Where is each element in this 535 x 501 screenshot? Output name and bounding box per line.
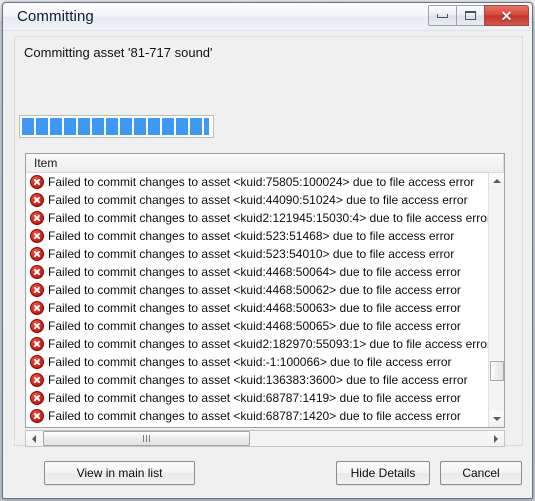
progress-segment: [162, 118, 174, 135]
scroll-up-button[interactable]: [489, 173, 504, 189]
progress-segment: [22, 118, 34, 135]
progress-segment: [50, 118, 62, 135]
table-row-label: Failed to commit changes to asset <kuid:…: [48, 409, 461, 423]
error-x-icon: [30, 229, 44, 243]
committing-dialog: Committing ✕ Committing asset '81-717 so…: [2, 2, 533, 499]
table-row[interactable]: Failed to commit changes to asset <kuid:…: [26, 227, 504, 245]
maximize-button[interactable]: [456, 5, 485, 26]
error-x-icon: [30, 193, 44, 207]
progress-segment: [92, 118, 104, 135]
table-row[interactable]: Failed to commit changes to asset <kuid:…: [26, 173, 504, 191]
progress-segment-partial: [204, 118, 209, 135]
progress-segment: [148, 118, 160, 135]
scroll-down-arrow-icon: [493, 417, 501, 421]
scroll-left-arrow-icon: [32, 434, 36, 443]
error-x-icon: [30, 265, 44, 279]
error-x-icon: [30, 283, 44, 297]
list-rows: Failed to commit changes to asset <kuid:…: [26, 173, 504, 425]
error-x-icon: [30, 211, 44, 225]
table-row[interactable]: Failed to commit changes to asset <kuid:…: [26, 371, 504, 389]
table-row-label: Failed to commit changes to asset <kuid:…: [48, 247, 455, 261]
progress-bar: [19, 115, 214, 138]
dialog-titlebar[interactable]: Committing ✕: [3, 3, 532, 31]
scroll-down-button[interactable]: [489, 411, 504, 427]
table-row[interactable]: Failed to commit changes to asset <kuid:…: [26, 389, 504, 407]
table-row-label: Failed to commit changes to asset <kuid:…: [48, 283, 461, 297]
progress-segment: [78, 118, 90, 135]
minimize-icon: [437, 13, 448, 18]
table-row[interactable]: Failed to commit changes to asset <kuid:…: [26, 281, 504, 299]
table-row[interactable]: Failed to commit changes to asset <kuid:…: [26, 191, 504, 209]
error-x-icon: [30, 355, 44, 369]
error-x-icon: [30, 337, 44, 351]
status-message: Committing asset '81-717 sound': [24, 45, 213, 60]
scroll-right-arrow-icon: [494, 434, 498, 443]
progress-segment: [36, 118, 48, 135]
progress-segment: [106, 118, 118, 135]
dialog-content-panel: Committing asset '81-717 sound' Item Fai…: [14, 36, 523, 447]
progress-segment: [120, 118, 132, 135]
table-row-label: Failed to commit changes to asset <kuid2…: [48, 211, 491, 225]
table-row[interactable]: Failed to commit changes to asset <kuid:…: [26, 299, 504, 317]
table-row[interactable]: Failed to commit changes to asset <kuid:…: [26, 407, 504, 425]
progress-segment: [190, 118, 202, 135]
table-row-label: Failed to commit changes to asset <kuid:…: [48, 265, 461, 279]
scroll-right-button[interactable]: [488, 431, 504, 446]
column-header-item[interactable]: Item: [26, 154, 504, 173]
scroll-up-arrow-icon: [493, 179, 501, 183]
table-row[interactable]: Failed to commit changes to asset <kuid2…: [26, 335, 504, 353]
scroll-left-button[interactable]: [26, 431, 42, 446]
error-x-icon: [30, 247, 44, 261]
table-row-label: Failed to commit changes to asset <kuid:…: [48, 319, 461, 333]
horizontal-scrollbar[interactable]: [25, 430, 505, 447]
table-row[interactable]: Failed to commit changes to asset <kuid:…: [26, 263, 504, 281]
error-x-icon: [30, 373, 44, 387]
scrollbar-grip-icon: [143, 435, 150, 442]
table-row-label: Failed to commit changes to asset <kuid:…: [48, 355, 452, 369]
error-x-icon: [30, 319, 44, 333]
minimize-button[interactable]: [428, 5, 457, 26]
horizontal-scrollbar-thumb[interactable]: [43, 431, 250, 446]
table-row[interactable]: Failed to commit changes to asset <kuid2…: [26, 209, 504, 227]
error-x-icon: [30, 301, 44, 315]
progress-segment: [176, 118, 188, 135]
close-icon: ✕: [500, 7, 513, 24]
table-row-label: Failed to commit changes to asset <kuid:…: [48, 229, 455, 243]
table-row-label: Failed to commit changes to asset <kuid:…: [48, 193, 468, 207]
table-row-label: Failed to commit changes to asset <kuid:…: [48, 373, 468, 387]
close-button[interactable]: ✕: [484, 5, 529, 26]
table-row-label: Failed to commit changes to asset <kuid:…: [48, 391, 461, 405]
dialog-title: Committing: [17, 8, 94, 25]
list-header: Item: [26, 154, 504, 173]
vertical-scrollbar-thumb[interactable]: [490, 361, 504, 381]
progress-bar-fill: [22, 118, 211, 135]
error-x-icon: [30, 391, 44, 405]
table-row[interactable]: Failed to commit changes to asset <kuid:…: [26, 245, 504, 263]
table-row-label: Failed to commit changes to asset <kuid2…: [48, 337, 491, 351]
table-row-label: Failed to commit changes to asset <kuid:…: [48, 301, 461, 315]
hide-details-button[interactable]: Hide Details: [336, 461, 430, 485]
table-row[interactable]: Failed to commit changes to asset <kuid:…: [26, 353, 504, 371]
cancel-button[interactable]: Cancel: [440, 461, 522, 485]
table-row[interactable]: Failed to commit changes to asset <kuid:…: [26, 317, 504, 335]
table-row-label: Failed to commit changes to asset <kuid:…: [48, 175, 475, 189]
vertical-scrollbar[interactable]: [488, 173, 504, 427]
progress-segment: [64, 118, 76, 135]
error-list[interactable]: Item Failed to commit changes to asset <…: [25, 153, 505, 428]
error-x-icon: [30, 409, 44, 423]
error-x-icon: [30, 175, 44, 189]
window-controls: ✕: [428, 5, 529, 26]
maximize-icon: [465, 11, 476, 20]
view-in-main-list-button[interactable]: View in main list: [44, 461, 195, 485]
progress-segment: [134, 118, 146, 135]
